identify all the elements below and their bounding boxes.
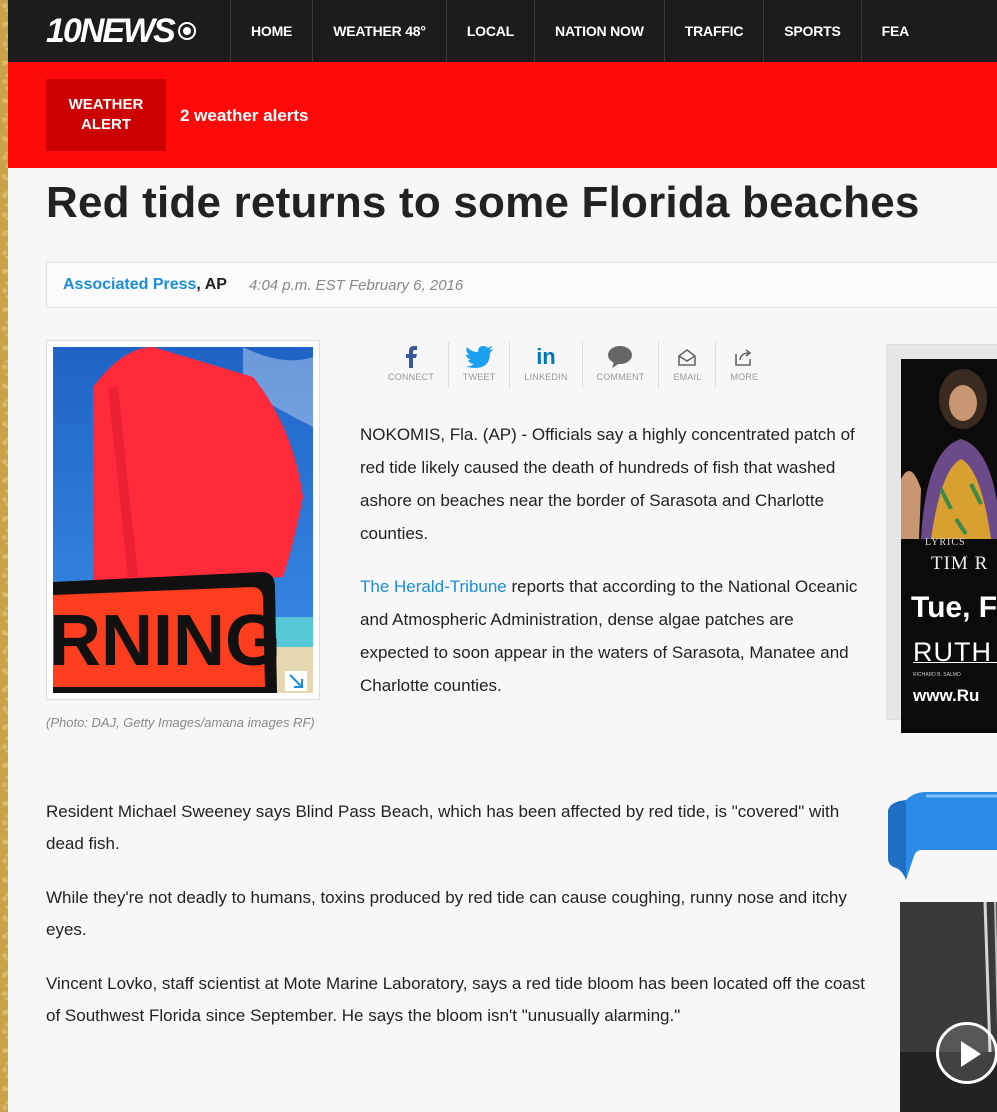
byline: Associated Press , AP 4:04 p.m. EST Febr… xyxy=(46,262,997,308)
article-body-bottom: Resident Michael Sweeney says Blind Pass… xyxy=(46,796,866,1054)
ad-lyrics-text: LYRICS xyxy=(925,537,966,548)
publish-time: 4:04 p.m. EST February 6, 2016 xyxy=(248,276,464,294)
share-email-label: EMAIL xyxy=(673,372,702,382)
photo-caption: (Photo: DAJ, Getty Images/amana images R… xyxy=(46,715,315,730)
share-comment[interactable]: COMMENT xyxy=(583,342,660,388)
herald-tribune-link[interactable]: The Herald-Tribune xyxy=(360,577,507,596)
top-nav: 10NEWS HOME WEATHER 48° LOCAL NATION NOW… xyxy=(8,0,997,62)
nav-sports[interactable]: SPORTS xyxy=(763,0,860,62)
share-linkedin-label: LINKEDIN xyxy=(524,372,568,382)
email-icon xyxy=(678,342,697,372)
weather-alerts-link[interactable]: 2 weather alerts xyxy=(180,106,309,126)
share-more[interactable]: MORE xyxy=(716,342,772,388)
ad-url-text: www.Ru xyxy=(913,686,980,705)
alert-badge-line1: WEATHER xyxy=(68,96,144,113)
nav-features[interactable]: FEA xyxy=(860,0,929,62)
ad-small-text: RICHARD B. SALMO xyxy=(913,672,961,678)
article-headline: Red tide returns to some Florida beaches xyxy=(46,178,920,227)
share-email[interactable]: EMAIL xyxy=(659,342,717,388)
twitter-icon xyxy=(465,342,494,372)
cbs-eye-icon xyxy=(177,22,196,40)
share-twitter-label: TWEET xyxy=(462,372,496,382)
nav-nation-now[interactable]: NATION NOW xyxy=(534,0,664,62)
share-bar: CONNECT TWEET in LINKEDIN COMMENT EMAIL xyxy=(374,342,772,390)
share-icon xyxy=(735,342,753,372)
sidebar-ad[interactable]: LYRICS TIM R Tue, F RUTH E RICHARD B. SA… xyxy=(886,344,997,733)
article-paragraph-4: While they're not deadly to humans, toxi… xyxy=(46,888,847,939)
page: 10NEWS HOME WEATHER 48° LOCAL NATION NOW… xyxy=(8,0,997,1112)
ad-date-text: Tue, F xyxy=(911,591,997,624)
ad-portrait-image xyxy=(901,359,997,539)
ad-tim-text: TIM R xyxy=(931,553,989,574)
svg-text:RNING: RNING xyxy=(53,601,281,681)
ad-venue-text: RUTH E xyxy=(913,637,997,667)
article-paragraph-2: The Herald-Tribune reports that accordin… xyxy=(360,570,860,702)
site-logo[interactable]: 10NEWS xyxy=(8,0,230,62)
share-more-label: MORE xyxy=(730,372,759,382)
weather-alert-badge[interactable]: WEATHER ALERT xyxy=(46,79,166,151)
article-paragraph-1: NOKOMIS, Fla. (AP) - Officials say a hig… xyxy=(360,425,855,543)
linkedin-icon: in xyxy=(536,344,556,369)
alert-badge-line2: ALERT xyxy=(81,116,131,133)
agency-label: , AP xyxy=(196,276,227,293)
sidebar-video-thumbnail[interactable] xyxy=(900,902,997,1112)
share-facebook[interactable]: CONNECT xyxy=(374,342,449,388)
comment-icon xyxy=(608,342,633,372)
nav-weather[interactable]: WEATHER 48° xyxy=(312,0,446,62)
share-twitter[interactable]: TWEET xyxy=(449,342,511,388)
nav-local[interactable]: LOCAL xyxy=(445,0,534,62)
author-link[interactable]: Associated Press xyxy=(63,276,196,294)
video-thumbnail-image xyxy=(900,902,997,1112)
article-photo[interactable]: RNING xyxy=(46,340,320,700)
share-comment-label: COMMENT xyxy=(596,372,645,382)
share-linkedin[interactable]: in LINKEDIN xyxy=(510,342,583,388)
logo-text: 10NEWS xyxy=(46,11,176,50)
sidebar-ribbon-banner xyxy=(888,792,997,880)
article-paragraph-3: Resident Michael Sweeney says Blind Pass… xyxy=(46,802,840,853)
facebook-icon xyxy=(404,342,418,372)
play-icon[interactable] xyxy=(936,1022,997,1084)
article-paragraph-5: Vincent Lovko, staff scientist at Mote M… xyxy=(46,974,865,1025)
nav-home[interactable]: HOME xyxy=(230,0,312,62)
ad-creative: LYRICS TIM R Tue, F RUTH E RICHARD B. SA… xyxy=(901,359,997,733)
article-body-top: NOKOMIS, Fla. (AP) - Officials say a hig… xyxy=(360,418,860,722)
nav-traffic[interactable]: TRAFFIC xyxy=(663,0,763,62)
share-facebook-label: CONNECT xyxy=(388,372,434,382)
red-flag-photo: RNING xyxy=(53,347,313,693)
weather-alert-bar: WEATHER ALERT 2 weather alerts xyxy=(8,62,997,168)
